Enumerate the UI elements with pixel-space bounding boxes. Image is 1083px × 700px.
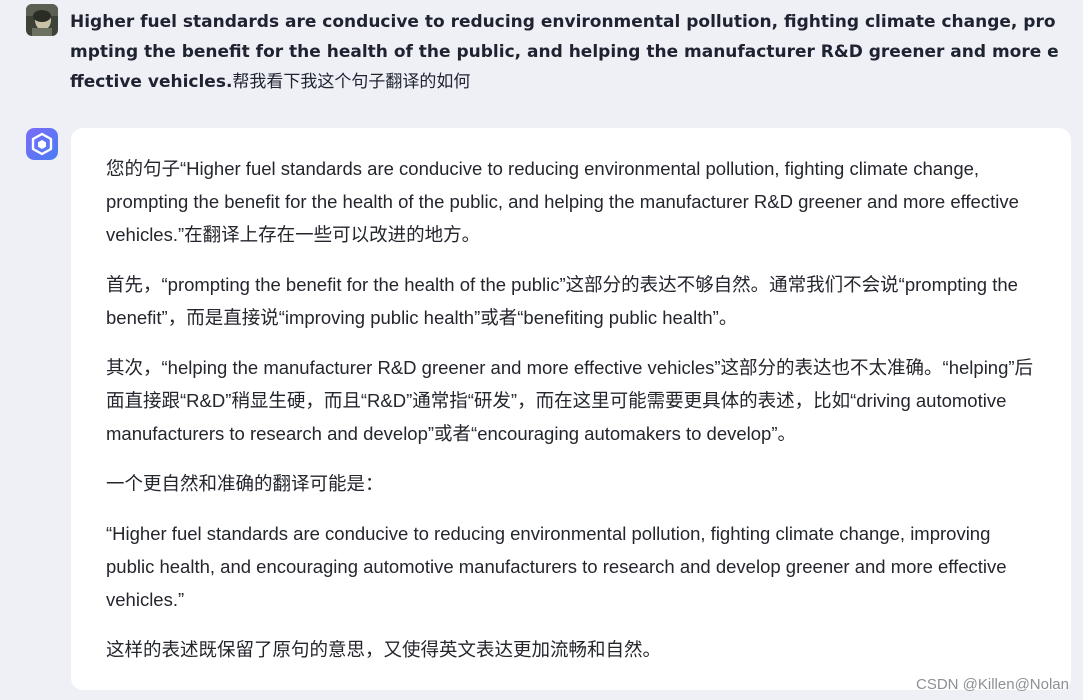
assistant-paragraph: 首先，“prompting the benefit for the health… [106, 274, 1018, 328]
cube-logo-icon [26, 128, 58, 160]
user-message-english: Higher fuel standards are conducive to r… [70, 12, 1059, 92]
user-message-chinese: 帮我看下我这个句子翻译的如何 [232, 72, 471, 92]
assistant-paragraph: 这样的表述既保留了原句的意思，又使得英文表达更加流畅和自然。 [106, 639, 662, 660]
assistant-paragraph: 您的句子“Higher fuel standards are conducive… [106, 158, 1019, 245]
assistant-paragraph: “Higher fuel standards are conducive to … [106, 523, 1007, 610]
watermark: CSDN @Killen@Nolan [915, 676, 1069, 693]
assistant-message-body: 您的句子“Higher fuel standards are conducive… [106, 152, 1041, 683]
assistant-avatar [26, 128, 58, 160]
user-avatar[interactable] [26, 4, 58, 36]
user-message-text: Higher fuel standards are conducive to r… [70, 7, 1066, 97]
assistant-paragraph: 其次，“helping the manufacturer R&D greener… [106, 357, 1034, 444]
user-photo-avatar [26, 4, 58, 36]
assistant-paragraph: 一个更自然和准确的翻译可能是： [106, 473, 384, 494]
assistant-message-card: 您的句子“Higher fuel standards are conducive… [71, 128, 1071, 690]
